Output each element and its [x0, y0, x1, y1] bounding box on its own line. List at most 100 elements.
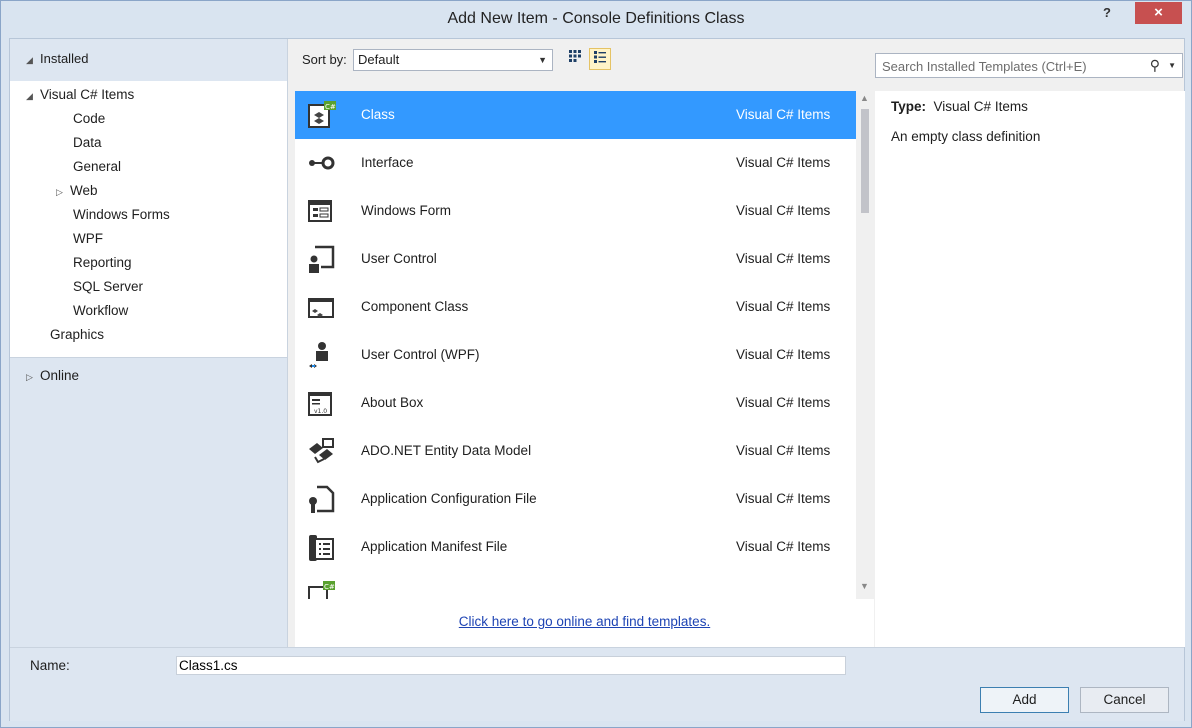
- template-name: ADO.NET Entity Data Model: [361, 443, 532, 458]
- name-row: Name:: [10, 647, 1184, 681]
- online-link-bar: Click here to go online and find templat…: [295, 599, 874, 647]
- sort-by-dropdown[interactable]: Default ▼: [353, 49, 553, 71]
- collapsed-triangle-icon[interactable]: ▷: [56, 187, 70, 198]
- list-item[interactable]: Windows Form Visual C# Items: [295, 187, 856, 235]
- expanded-triangle-icon[interactable]: ◢: [26, 55, 40, 66]
- add-button[interactable]: Add: [980, 687, 1069, 713]
- svg-text:C#: C#: [325, 103, 336, 111]
- template-category: Visual C# Items: [736, 539, 831, 554]
- tree-node-label: Visual C# Items: [40, 87, 135, 102]
- template-category: Visual C# Items: [736, 107, 831, 122]
- list-item[interactable]: ADO.NET Entity Data Model Visual C# Item…: [295, 427, 856, 475]
- tree-node-data[interactable]: Data: [73, 135, 102, 150]
- tree-header[interactable]: ◢ Installed: [10, 39, 288, 81]
- tree-node-online[interactable]: ▷ Online: [26, 368, 79, 383]
- template-name: User Control: [361, 251, 437, 266]
- template-category: Visual C# Items: [736, 299, 831, 314]
- dialog-window: Add New Item - Console Definitions Class…: [0, 0, 1192, 728]
- details-pane: Type: Visual C# Items An empty class def…: [875, 91, 1185, 647]
- template-list-scrollbar[interactable]: ▲ ▼: [856, 91, 874, 645]
- list-item[interactable]: C# Class Visual C# Items: [295, 91, 856, 139]
- tree-node-web[interactable]: ▷ Web: [56, 183, 98, 198]
- windows-form-icon: [308, 200, 332, 222]
- search-icon[interactable]: ⚲: [1150, 57, 1160, 74]
- svg-text:v1.0: v1.0: [314, 408, 327, 415]
- list-item[interactable]: User Control Visual C# Items: [295, 235, 856, 283]
- user-control-wpf-icon: [309, 342, 328, 368]
- template-name: Component Class: [361, 299, 469, 314]
- collapsed-triangle-icon[interactable]: ▷: [26, 372, 40, 383]
- small-icons-view-button[interactable]: [564, 48, 586, 70]
- dialog-body: ◢ Installed ◢ Visual C# Items Code Data Ge…: [9, 38, 1185, 721]
- list-item[interactable]: Application Manifest File Visual C# Item…: [295, 523, 856, 571]
- button-row: Add Cancel: [10, 681, 1184, 721]
- sort-by-label: Sort by:: [302, 52, 347, 67]
- list-item[interactable]: v1.0 About Box Visual C# Items: [295, 379, 856, 427]
- online-section: ▷ Online: [10, 357, 288, 647]
- expanded-triangle-icon[interactable]: ◢: [26, 91, 40, 102]
- type-value: Visual C# Items: [933, 99, 1028, 114]
- template-description: An empty class definition: [891, 129, 1041, 144]
- template-name: Class: [361, 107, 395, 122]
- cancel-button[interactable]: Cancel: [1080, 687, 1169, 713]
- tree-node-workflow[interactable]: Workflow: [73, 303, 128, 318]
- tree-node-wpf[interactable]: WPF: [73, 231, 103, 246]
- tree-node-visual-csharp-items[interactable]: ◢ Visual C# Items: [26, 87, 134, 102]
- tree-node-reporting[interactable]: Reporting: [73, 255, 132, 270]
- template-name: About Box: [361, 395, 424, 410]
- template-name: Application Configuration File: [361, 491, 537, 506]
- entity-model-icon: [309, 438, 334, 464]
- sort-by-value: Default: [358, 52, 400, 67]
- installed-node: ◢ Installed: [26, 51, 88, 66]
- close-button[interactable]: ×: [1135, 2, 1182, 24]
- medium-icons-view-button[interactable]: [589, 48, 611, 70]
- template-category: Visual C# Items: [736, 155, 831, 170]
- manifest-file-icon: [309, 535, 334, 561]
- installed-label: Installed: [40, 51, 89, 66]
- tree-node-label: Web: [70, 183, 98, 198]
- template-list: C# Class Visual C# Items Interface Visua…: [295, 91, 856, 645]
- list-item[interactable]: Component Class Visual C# Items: [295, 283, 856, 331]
- component-class-icon: [308, 298, 334, 318]
- chevron-down-icon: ▼: [538, 55, 547, 65]
- template-name: User Control (WPF): [361, 347, 480, 362]
- help-button[interactable]: ?: [1093, 4, 1121, 26]
- template-category: Visual C# Items: [736, 491, 831, 506]
- title-bar: Add New Item - Console Definitions Class…: [1, 1, 1191, 37]
- template-category: Visual C# Items: [736, 203, 831, 218]
- interface-icon: [309, 156, 335, 170]
- name-label: Name:: [30, 658, 70, 673]
- svg-text:C#: C#: [324, 583, 335, 591]
- list-item[interactable]: User Control (WPF) Visual C# Items: [295, 331, 856, 379]
- template-category: Visual C# Items: [736, 443, 831, 458]
- list-view-icon: [594, 51, 606, 63]
- search-placeholder: Search Installed Templates (Ctrl+E): [882, 59, 1087, 74]
- config-file-icon: [309, 485, 335, 513]
- list-item[interactable]: Application Configuration File Visual C#…: [295, 475, 856, 523]
- list-toolbar: Sort by: Default ▼: [288, 39, 874, 81]
- template-category: Visual C# Items: [736, 347, 831, 362]
- about-box-icon: v1.0: [308, 392, 332, 416]
- template-category: Visual C# Items: [736, 251, 831, 266]
- tree-node-sql-server[interactable]: SQL Server: [73, 279, 143, 294]
- dialog-title: Add New Item - Console Definitions Class: [447, 10, 745, 27]
- template-name: Interface: [361, 155, 414, 170]
- scroll-down-icon[interactable]: ▼: [860, 581, 869, 591]
- scroll-up-icon[interactable]: ▲: [860, 93, 869, 103]
- tree-node-general[interactable]: General: [73, 159, 121, 174]
- name-input[interactable]: [176, 656, 846, 675]
- type-label: Type:: [891, 99, 927, 114]
- class-icon: C#: [308, 101, 336, 128]
- tree-node-code[interactable]: Code: [73, 111, 105, 126]
- search-input[interactable]: Search Installed Templates (Ctrl+E) ⚲ ▼: [875, 53, 1183, 78]
- tree-node-windows-forms[interactable]: Windows Forms: [73, 207, 170, 222]
- online-templates-link[interactable]: Click here to go online and find templat…: [295, 614, 874, 629]
- tree-node-graphics[interactable]: Graphics: [50, 327, 104, 342]
- grid-view-icon: [569, 50, 581, 62]
- list-item[interactable]: Interface Visual C# Items: [295, 139, 856, 187]
- template-name: Application Manifest File: [361, 539, 508, 554]
- template-type: Type: Visual C# Items: [891, 99, 1028, 114]
- chevron-down-icon[interactable]: ▼: [1168, 61, 1176, 70]
- template-name: Windows Form: [361, 203, 452, 218]
- scrollbar-thumb[interactable]: [861, 109, 869, 213]
